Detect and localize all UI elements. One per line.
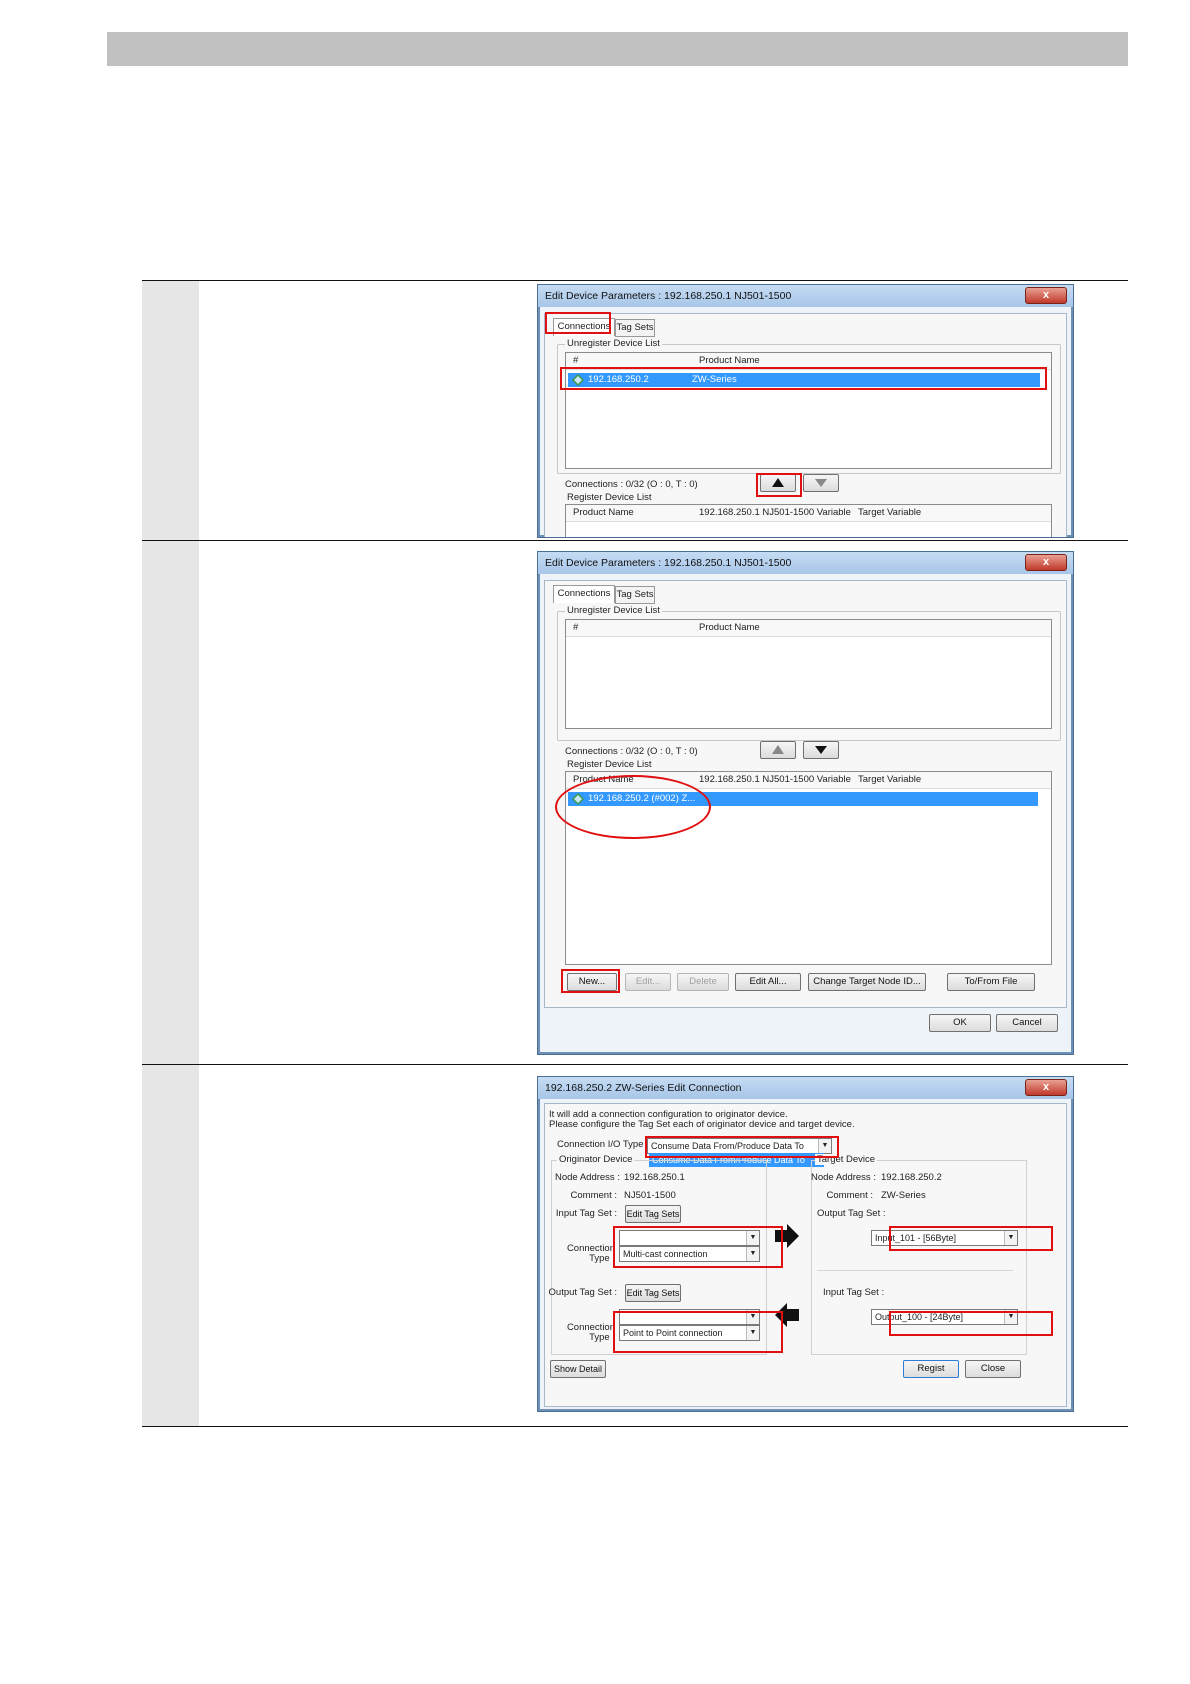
change-target-node-id-button[interactable]: Change Target Node ID... — [808, 973, 926, 991]
orig-comment: NJ501-1500 — [624, 1190, 676, 1201]
show-detail-button[interactable]: Show Detail — [550, 1360, 606, 1378]
highlight-registered-device — [555, 775, 711, 839]
tgt-comment: ZW-Series — [881, 1190, 926, 1201]
orig-node-address-label: Node Address : — [555, 1172, 620, 1183]
originator-device-label: Originator Device — [557, 1154, 635, 1165]
tab-connections[interactable]: Connections — [553, 585, 615, 603]
tgt-output-tag-set-label: Output Tag Set : — [817, 1208, 886, 1219]
highlight-tgt-output — [889, 1226, 1053, 1251]
unregister-down-button[interactable] — [803, 474, 839, 492]
register-up-button[interactable] — [760, 741, 796, 759]
to-from-file-button[interactable]: To/From File — [947, 973, 1035, 991]
connections-count: Connections : 0/32 (O : 0, T : 0) — [565, 746, 698, 757]
highlight-register-button — [756, 473, 802, 497]
close-icon[interactable]: x — [1025, 554, 1067, 571]
regist-button[interactable]: Regist — [903, 1360, 959, 1378]
orig-comment-label: Comment : — [570, 1190, 617, 1201]
close-icon[interactable]: x — [1025, 287, 1067, 304]
dialog-title: 192.168.250.2 ZW-Series Edit Connection — [538, 1077, 1073, 1099]
edit-tag-sets-button[interactable]: Edit Tag Sets — [625, 1284, 681, 1302]
row-divider — [142, 1064, 1128, 1065]
tgt-comment-label: Comment : — [826, 1190, 873, 1201]
orig-input-tag-set-label: Input Tag Set : — [555, 1208, 617, 1219]
list-header: # Product Name — [566, 620, 1051, 637]
tgt-input-tag-set-label: Input Tag Set : — [823, 1287, 885, 1298]
dialog-title: Edit Device Parameters : 192.168.250.1 N… — [538, 285, 1073, 307]
table-bottom-border — [142, 1426, 1128, 1427]
register-device-label: Register Device List — [567, 759, 652, 770]
col-originator-variable: 192.168.250.1 NJ501-1500 Variable — [699, 774, 851, 785]
edit-tag-sets-button[interactable]: Edit Tag Sets — [625, 1205, 681, 1223]
highlight-orig-input — [613, 1226, 783, 1268]
connections-count: Connections : 0/32 (O : 0, T : 0) — [565, 479, 698, 490]
dialog-title: Edit Device Parameters : 192.168.250.1 N… — [538, 552, 1073, 574]
highlight-device-row — [560, 367, 1047, 390]
row-divider — [142, 540, 1128, 541]
col-originator-variable: 192.168.250.1 NJ501-1500 Variable — [699, 507, 851, 518]
edit-all-button[interactable]: Edit All... — [735, 973, 801, 991]
ok-button[interactable]: OK — [929, 1014, 991, 1032]
cancel-button[interactable]: Cancel — [996, 1014, 1058, 1032]
tab-tag-sets[interactable]: Tag Sets — [615, 319, 655, 337]
col-product-name: Product Name — [573, 507, 634, 518]
close-icon[interactable]: x — [1025, 1079, 1067, 1096]
arrow-down-icon — [815, 746, 827, 754]
close-button[interactable]: Close — [965, 1360, 1021, 1378]
col-target-variable: Target Variable — [858, 507, 922, 518]
col-target-variable: Target Variable — [858, 774, 922, 785]
connection-io-type-label: Connection I/O Type : — [557, 1139, 649, 1150]
orig-node-address: 192.168.250.1 — [624, 1172, 685, 1183]
step-cell — [142, 1065, 199, 1426]
tgt-node-address: 192.168.250.2 — [881, 1172, 942, 1183]
list-header: Product Name 192.168.250.1 NJ501-1500 Va… — [566, 505, 1051, 522]
edit-device-parameters-dialog: Edit Device Parameters : 192.168.250.1 N… — [537, 284, 1074, 538]
orig-output-tag-set-label: Output Tag Set : — [548, 1287, 617, 1298]
orig-connection-type-label: Connection Type : — [555, 1244, 615, 1264]
delete-button[interactable]: Delete — [677, 973, 729, 991]
unregister-device-label: Unregister Device List — [565, 605, 662, 616]
orig-connection-type-label: Connection Type : — [555, 1323, 615, 1343]
unregister-device-list[interactable]: # Product Name — [565, 619, 1052, 729]
dialog-body: Connections Tag Sets Unregister Device L… — [544, 313, 1067, 537]
tab-tag-sets[interactable]: Tag Sets — [615, 586, 655, 604]
highlight-io-type-option — [645, 1136, 839, 1158]
register-device-label: Register Device List — [567, 492, 652, 503]
tgt-node-address-label: Node Address : — [811, 1172, 876, 1183]
col-hash: # — [573, 622, 579, 633]
highlight-new-button — [561, 969, 620, 993]
type-label: Type : — [589, 1253, 615, 1264]
highlight-orig-output — [613, 1311, 783, 1353]
info-line-2: Please configure the Tag Set each of ori… — [549, 1119, 855, 1130]
step-cell — [142, 541, 199, 1064]
step-cell — [142, 281, 199, 540]
unregister-down-button[interactable] — [803, 741, 839, 759]
divider — [817, 1270, 1013, 1271]
register-device-list[interactable]: Product Name 192.168.250.1 NJ501-1500 Va… — [565, 504, 1052, 537]
highlight-tgt-input — [889, 1311, 1053, 1336]
col-product-name: Product Name — [699, 622, 760, 633]
edit-button[interactable]: Edit... — [625, 973, 671, 991]
arrow-down-icon — [815, 479, 827, 487]
arrow-up-icon — [772, 745, 784, 754]
table-top-border — [142, 280, 1128, 281]
page-header-bar — [107, 32, 1128, 66]
type-label: Type : — [589, 1332, 615, 1343]
highlight-connections-tab — [545, 312, 611, 334]
unregister-device-label: Unregister Device List — [565, 338, 662, 349]
